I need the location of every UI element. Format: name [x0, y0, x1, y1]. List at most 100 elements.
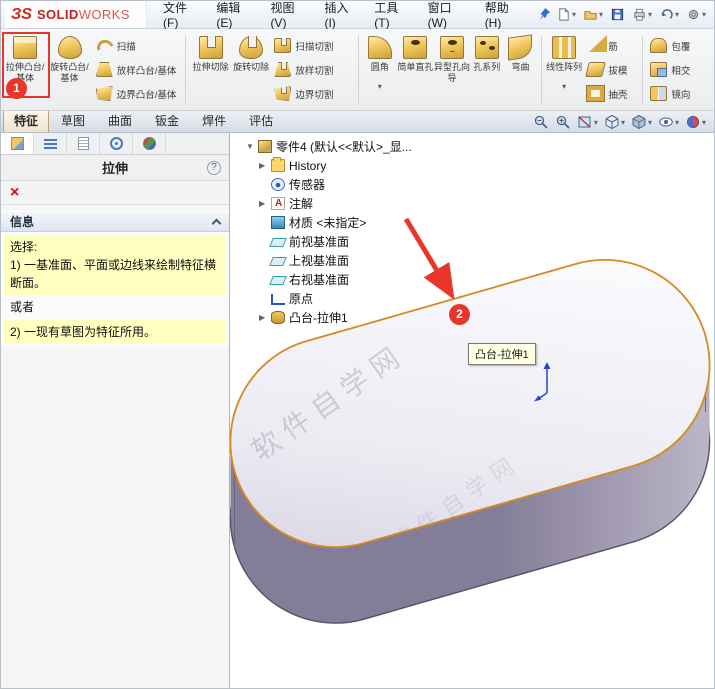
intersect-icon: [650, 62, 667, 77]
boundary-boss-button[interactable]: 边界凸台/基体: [94, 83, 181, 104]
print-button[interactable]: [630, 5, 654, 24]
extruded-cut-button[interactable]: 拉伸切除: [189, 31, 231, 110]
options-button[interactable]: [684, 5, 708, 24]
tab-dimxpert[interactable]: [100, 133, 133, 154]
revolved-cut-button[interactable]: 旋转切除: [232, 31, 271, 110]
boundary-cut-button[interactable]: 边界切割: [272, 83, 353, 104]
draft-button[interactable]: 拔模: [585, 59, 637, 80]
pin-menu-button[interactable]: [535, 5, 554, 25]
expand-arrow-icon[interactable]: ▼: [246, 142, 258, 151]
hide-show-items-button[interactable]: [658, 114, 679, 130]
tab-configurations[interactable]: [67, 133, 100, 154]
collapse-chevron-icon[interactable]: [212, 218, 222, 228]
mirror-label: 镜向: [671, 87, 690, 101]
tree-item-material[interactable]: 材质 <未指定>: [246, 213, 412, 232]
step1-number: 1: [13, 81, 20, 95]
section-view-button[interactable]: [577, 114, 598, 130]
section-view-icon: [577, 114, 593, 130]
revolved-boss-base-button[interactable]: 旋转凸台/基体: [47, 31, 91, 110]
linear-pattern-button[interactable]: 线性阵列: [545, 31, 584, 110]
flex-button[interactable]: 弯曲: [503, 31, 538, 110]
cancel-button[interactable]: ×: [10, 185, 19, 201]
or-text: 或者: [4, 295, 226, 320]
tab-features[interactable]: 特征: [3, 109, 49, 132]
save-button[interactable]: [608, 5, 627, 24]
lofted-cut-icon: [274, 62, 291, 77]
view-orientation-button[interactable]: [604, 114, 625, 130]
fillet-label: 圆角: [362, 62, 397, 84]
graphics-viewport[interactable]: 软件自学网 软件自学网 ▼ 零件4 (默认<<默认>_显... ▶ Histor…: [230, 133, 714, 688]
feature-stack: 筋 拔模 抽壳: [583, 31, 639, 110]
ribbon-separator: [185, 36, 186, 105]
swept-boss-button[interactable]: 扫描: [94, 35, 181, 56]
tab-sheet-metal[interactable]: 钣金: [144, 109, 190, 132]
tree-item-annotations[interactable]: ▶ 注解: [246, 194, 412, 213]
tree-item-history[interactable]: ▶ History: [246, 156, 412, 175]
rib-button[interactable]: 筋: [585, 35, 637, 56]
dropdown-caret-icon[interactable]: [378, 84, 382, 90]
shell-button[interactable]: 抽壳: [585, 83, 637, 104]
new-document-button[interactable]: [554, 5, 578, 24]
tab-weldments[interactable]: 焊件: [191, 109, 237, 132]
tree-item-right-plane[interactable]: 右视基准面: [246, 270, 412, 289]
revolved-boss-label: 旋转凸台/基体: [47, 62, 91, 84]
hole-series-button[interactable]: 孔系列: [470, 31, 503, 110]
tree-item-boss-extrude1[interactable]: ▶ 凸台-拉伸1: [246, 308, 412, 327]
wrap-button[interactable]: 包覆: [648, 35, 712, 56]
intersect-button[interactable]: 相交: [648, 59, 712, 80]
tab-feature-tree[interactable]: [34, 133, 67, 154]
linear-pattern-icon: [552, 36, 576, 59]
tab-evaluate[interactable]: 评估: [238, 109, 284, 132]
swept-boss-label: 扫描: [117, 39, 136, 53]
tab-surfaces[interactable]: 曲面: [97, 109, 143, 132]
open-document-button[interactable]: [581, 5, 605, 24]
display-style-icon: [631, 114, 647, 130]
expand-arrow-icon[interactable]: ▶: [259, 199, 271, 208]
magnifier-arrow-icon: [533, 114, 549, 130]
hole-wizard-button[interactable]: 异型孔向导: [434, 31, 471, 110]
help-icon[interactable]: ?: [207, 161, 221, 175]
lofted-cut-label: 放样切割: [295, 63, 333, 77]
zoom-to-fit-button[interactable]: [555, 114, 571, 130]
swept-cut-button[interactable]: 扫描切割: [272, 35, 353, 56]
tab-sketch[interactable]: 草图: [50, 109, 96, 132]
boss-feature-stack: 扫描 放样凸台/基体 边界凸台/基体: [92, 31, 183, 110]
part-icon: [258, 140, 272, 153]
target-icon: [110, 137, 123, 150]
edit-appearance-button[interactable]: [685, 114, 706, 130]
history-folder-icon: [271, 159, 285, 172]
tab-property-manager[interactable]: [1, 133, 34, 154]
tree-item-sensors[interactable]: 传感器: [246, 175, 412, 194]
boss-extrude-icon: [271, 311, 285, 324]
fillet-button[interactable]: 圆角: [362, 31, 397, 110]
simple-hole-button[interactable]: 简单直孔: [397, 31, 434, 110]
info-group-header[interactable]: 信息: [1, 211, 229, 232]
main-area: 拉伸 ? × 信息 选择: 1) 一基准面、平面或边线来绘制特征横断面。 或者 …: [1, 133, 714, 688]
expand-arrow-icon[interactable]: ▶: [259, 313, 271, 322]
undo-button[interactable]: [657, 5, 681, 24]
magnifier-icon: [555, 114, 571, 130]
draft-label: 拔模: [608, 63, 627, 77]
tree-item-front-plane[interactable]: 前视基准面: [246, 232, 412, 251]
mirror-button[interactable]: 镜向: [648, 83, 712, 104]
zoom-previous-button[interactable]: [533, 114, 549, 130]
lofted-boss-button[interactable]: 放样凸台/基体: [94, 59, 181, 80]
tree-item-top-plane[interactable]: 上视基准面: [246, 251, 412, 270]
extruded-boss-base-button[interactable]: 拉伸凸台/基体: [3, 31, 47, 110]
display-style-button[interactable]: [631, 114, 652, 130]
confirm-bar: ×: [1, 181, 229, 205]
tab-appearances[interactable]: [133, 133, 166, 154]
extruded-boss-icon: [13, 36, 37, 59]
gear-icon: [686, 7, 701, 22]
boundary-cut-label: 边界切割: [295, 87, 333, 101]
extruded-cut-label: 拉伸切除: [189, 62, 231, 84]
annotations-icon: [271, 197, 285, 210]
info-group-label: 信息: [10, 213, 34, 230]
expand-arrow-icon[interactable]: ▶: [259, 161, 271, 170]
lofted-cut-button[interactable]: 放样切割: [272, 59, 353, 80]
dropdown-caret-icon[interactable]: [562, 84, 566, 90]
tree-item-part[interactable]: ▼ 零件4 (默认<<默认>_显...: [246, 137, 412, 156]
tree-item-origin[interactable]: 原点: [246, 289, 412, 308]
quick-toolbar: [554, 5, 710, 24]
cut-feature-stack: 扫描切割 放样切割 边界切割: [270, 31, 355, 110]
